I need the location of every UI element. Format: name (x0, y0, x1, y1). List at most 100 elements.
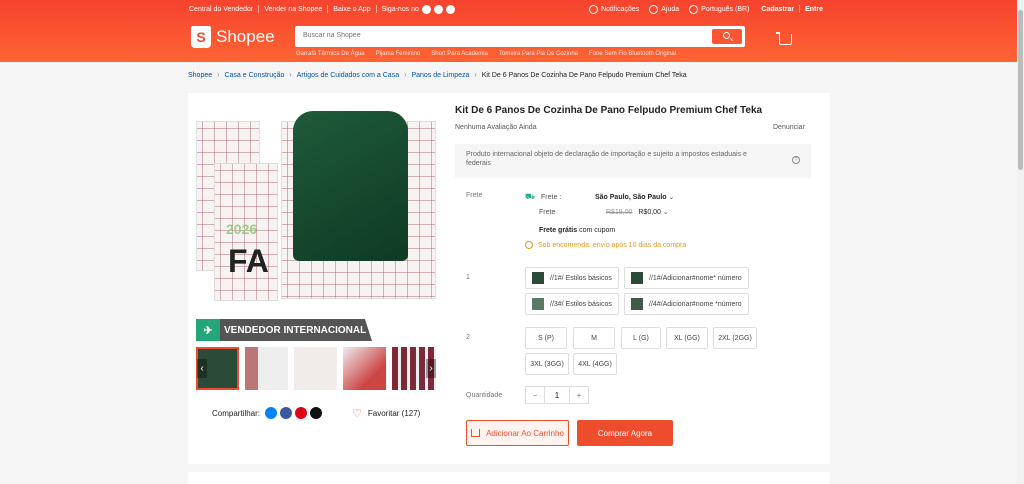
option-label: //1#/ Estilos básicos (550, 274, 612, 282)
size-option[interactable]: XL (GG) (666, 327, 708, 349)
breadcrumb-link[interactable]: Casa e Construção (224, 72, 284, 79)
variation-option[interactable]: //4#/Adicionar#nome *número (624, 293, 749, 315)
option-image (631, 298, 643, 310)
suggestion-link[interactable]: Short Para Academia (431, 51, 488, 57)
breadcrumb: Shopee › Casa e Construção › Artigos de Cu… (188, 72, 687, 79)
thumbnail[interactable] (294, 347, 337, 390)
chevron-right-icon[interactable]: › (426, 359, 436, 378)
jersey-image (293, 111, 408, 261)
variation-option[interactable]: //3#/ Estilos básicos (525, 293, 619, 315)
instagram-icon[interactable] (421, 4, 431, 14)
badge-label: VENDEDOR INTERNACIONAL (224, 324, 367, 336)
free-shipping-row: Frete grátis com cupom (539, 227, 615, 234)
size-option[interactable]: 4XL (4GG) (573, 353, 617, 375)
chevron-left-icon[interactable]: ‹ (197, 359, 207, 378)
shopping-bag-icon: S (191, 26, 211, 48)
breadcrumb-link[interactable]: Panos de Limpeza (411, 72, 469, 79)
shipping-destination-row: ⛟ Frete : São Paulo, São Paulo ⌄ (525, 192, 674, 202)
favorite-button[interactable]: ♡ Favoritar (127) (352, 407, 420, 420)
on-demand-text: Sob encomenda: envio após 10 dias da com… (538, 241, 687, 249)
topbar-right: Notificações Ajuda Português (BR) Cadast… (589, 3, 823, 15)
shipping-destination[interactable]: São Paulo, São Paulo (595, 194, 667, 201)
shipping-cost-label: Frete (539, 209, 556, 216)
thumbnail[interactable] (343, 347, 386, 390)
whatsapp-icon[interactable] (433, 4, 443, 14)
search-suggestions: Garrafa Térmica De Água Pijama Feminino … (296, 51, 676, 57)
help-icon[interactable]: ? (792, 156, 800, 164)
quantity-stepper: − 1 + (525, 386, 589, 404)
size-option[interactable]: M (573, 327, 615, 349)
chevron-down-icon[interactable]: ⌄ (663, 209, 669, 216)
facebook-icon[interactable] (280, 407, 293, 419)
year-text: 2026 (226, 221, 258, 237)
scrollbar[interactable] (1017, 0, 1024, 484)
suggestion-link[interactable]: Tomeira Para Pia De Cozinha (499, 51, 578, 57)
product-main-image[interactable]: 2026 FA (196, 103, 436, 313)
signup-link[interactable]: Cadastrar (761, 6, 794, 13)
seller-center-link[interactable]: Central do Vendedor (189, 6, 253, 13)
cart-icon[interactable] (776, 32, 792, 45)
x-icon[interactable] (310, 407, 323, 419)
option-image (532, 298, 544, 310)
option-label: //3#/ Estilos básicos (550, 300, 612, 308)
suggestion-link[interactable]: Pijama Feminino (376, 51, 421, 57)
size-option[interactable]: 3XL (3GG) (525, 353, 569, 375)
option-image (532, 272, 544, 284)
favorite-label: Favoritar (127) (367, 409, 421, 418)
thumbnail[interactable] (245, 347, 288, 390)
new-shipping-price: R$0,00 (638, 209, 661, 216)
size-option[interactable]: 2XL (2GG) (713, 327, 757, 349)
pinterest-icon[interactable] (295, 407, 308, 419)
breadcrumb-link[interactable]: Artigos de Cuidados com a Casa (297, 72, 399, 79)
thumbnail-strip: ‹ › (196, 347, 436, 390)
share-label: Compartilhar: (212, 408, 261, 418)
help-icon (649, 4, 659, 14)
breadcrumb-current: Kit De 6 Panos De Cozinha De Pano Felpud… (481, 72, 687, 79)
free-shipping-bold: Frete grátis (539, 227, 578, 234)
scrollbar-thumb[interactable] (1018, 10, 1023, 170)
variation-option[interactable]: //1#/Adicionar#nome* número (624, 267, 749, 289)
notifications-link[interactable]: Notificações (601, 6, 639, 13)
sell-link[interactable]: Vender na Shopee (264, 6, 322, 13)
on-demand-note: Sob encomenda: envio após 10 dias da com… (525, 241, 686, 249)
breadcrumb-link[interactable]: Shopee (188, 72, 212, 79)
international-seller-badge: ✈ VENDEDOR INTERNACIONAL (196, 319, 372, 341)
report-link[interactable]: Denunciar (773, 124, 805, 131)
rating-text: Nenhuma Avaliação Ainda (455, 124, 537, 131)
quantity-label: Quantidade (466, 392, 503, 399)
size-option[interactable]: S (P) (525, 327, 567, 349)
suggestion-link[interactable]: Fone Sem Fio Bluetooth Original (589, 51, 676, 57)
share-row: Compartilhar: (212, 407, 323, 419)
chevron-down-icon[interactable]: ⌄ (669, 194, 675, 201)
variation1-label: 1 (466, 274, 470, 281)
clock-icon (525, 241, 533, 249)
size-option[interactable]: L (G) (621, 327, 661, 349)
add-to-cart-button[interactable]: Adicionar Ao Carrinho (466, 420, 569, 446)
download-app-link[interactable]: Baixe o App (333, 6, 370, 13)
increase-button[interactable]: + (570, 387, 588, 403)
import-notice-text: Produto internacional objeto de declaraç… (466, 151, 747, 167)
add-to-cart-label: Adicionar Ao Carrinho (486, 428, 564, 438)
language-select[interactable]: Português (BR) (701, 6, 749, 13)
tiktok-icon[interactable] (445, 4, 455, 14)
buy-now-button[interactable]: Comprar Agora (577, 420, 673, 446)
heart-icon: ♡ (352, 408, 362, 420)
suggestion-link[interactable]: Garrafa Térmica De Água (296, 51, 365, 57)
messenger-icon[interactable] (265, 407, 278, 419)
help-link[interactable]: Ajuda (661, 6, 679, 13)
search-input[interactable] (303, 32, 703, 39)
decrease-button[interactable]: − (526, 387, 544, 403)
truck-icon: ⛟ (525, 192, 536, 201)
free-shipping-rest: com cupom (579, 227, 616, 234)
shopee-logo[interactable]: S Shopee (191, 26, 275, 48)
login-link[interactable]: Entre (805, 6, 823, 13)
cart-add-icon (471, 429, 481, 437)
shipping-to-label: Frete : (541, 194, 562, 201)
variation2-label: 2 (466, 334, 470, 341)
bell-icon (589, 4, 599, 14)
quantity-input[interactable]: 1 (544, 387, 570, 403)
airplane-icon: ✈ (196, 319, 220, 341)
search-button[interactable] (712, 29, 742, 44)
variation-option[interactable]: //1#/ Estilos básicos (525, 267, 619, 289)
import-notice: Produto internacional objeto de declaraç… (455, 144, 811, 178)
